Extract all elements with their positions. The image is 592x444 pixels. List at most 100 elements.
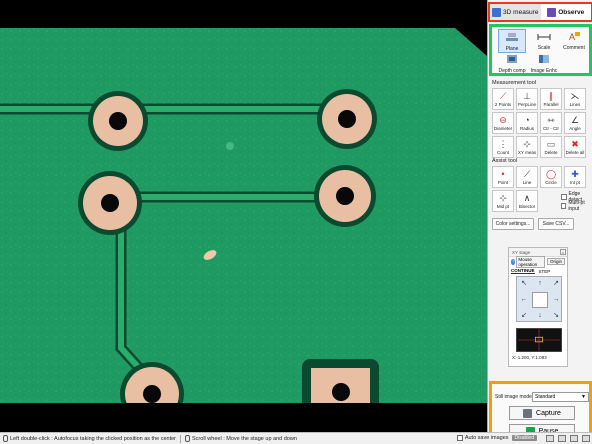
camera-viewer[interactable] <box>0 0 487 432</box>
tool-label: Delete <box>544 150 558 155</box>
plane-button[interactable]: Plane <box>498 29 526 53</box>
arrow-up-right-icon[interactable]: ↗ <box>550 278 562 290</box>
perpline-icon: ⊥ <box>523 91 531 101</box>
tool-label: Radius <box>519 126 534 131</box>
origin-button[interactable]: Origin <box>546 258 565 265</box>
xy-stage-title: XY stage <box>512 249 531 255</box>
divider <box>180 434 182 443</box>
delete-all-icon: ✖ <box>571 139 579 149</box>
measure-parallel-button[interactable]: ∥ Parallel <box>540 88 562 110</box>
image-enhance-button[interactable]: Image Enhc <box>530 52 558 74</box>
assist-line-button[interactable]: ⟋ Line <box>516 166 538 188</box>
arrow-up-left-icon[interactable]: ↖ <box>518 278 530 290</box>
arrow-left-icon[interactable]: ← <box>518 294 530 306</box>
measure-lines-button[interactable]: ⋋ Lines <box>564 88 586 110</box>
camera-status-icon[interactable] <box>546 435 554 442</box>
arrow-up-icon[interactable]: ↑ <box>534 278 546 290</box>
assist-circle-button[interactable]: ◯ Circle <box>540 166 562 188</box>
bisector-icon: ∧ <box>523 193 531 203</box>
stage-coordinates: X:-1.200, Y:1.083 <box>512 355 547 360</box>
parallel-icon: ∥ <box>548 91 554 101</box>
stage-minimap[interactable] <box>516 328 562 352</box>
arrow-down-left-icon[interactable]: ↙ <box>518 310 530 322</box>
capture-button[interactable]: Capture <box>509 406 575 420</box>
measurement-tool-title: Measurement tool <box>492 80 537 86</box>
still-image-mode-label: Still image mode : <box>495 394 535 400</box>
arrow-right-icon[interactable]: → <box>550 294 562 306</box>
help-icon[interactable]: ? <box>511 258 516 265</box>
status-bar: Left double-click : Autofocus taking the… <box>0 432 592 444</box>
measure-xy-meas-button[interactable]: ⊹ XY meas <box>516 136 538 158</box>
measure-perpline-button[interactable]: ⊥ PerpLine <box>516 88 538 110</box>
enhance-icon <box>539 55 549 63</box>
arrow-down-icon[interactable]: ↓ <box>534 310 546 322</box>
measure-2-points-button[interactable]: ⟋ 2 Points <box>492 88 514 110</box>
mouse-operation-button[interactable]: Mouse operation <box>516 255 545 268</box>
tab-continue[interactable]: CONTINUE <box>511 268 535 274</box>
arrow-down-right-icon[interactable]: ↘ <box>550 310 562 322</box>
still-image-mode-select[interactable]: Standard ▼ <box>532 392 589 402</box>
scale-icon <box>537 34 551 40</box>
measure-angle-button[interactable]: ∠ Angle <box>564 112 586 134</box>
observe-icon <box>547 7 557 17</box>
tool-label: Line <box>522 180 532 185</box>
xy-stage-options: ? Mouse operation Origin <box>509 255 567 268</box>
measure-radius-button[interactable]: ◔ Radius <box>516 112 538 134</box>
tab-label: Observe <box>558 8 585 16</box>
lines-icon: ⋋ <box>570 91 580 101</box>
mode-toolbar: Plane Scale A Comment Depth comp Image E… <box>489 24 592 76</box>
tab-step[interactable]: STEP <box>539 269 551 274</box>
tool-label: 2 Points <box>494 102 512 107</box>
assist-int-pt-button[interactable]: ✚ Int pt <box>564 166 586 188</box>
display-status-icon[interactable] <box>558 435 566 442</box>
point-icon: • <box>501 169 505 179</box>
mode-label: Image Enhc <box>530 68 558 74</box>
save-csv-button[interactable]: Save CSV... <box>538 218 574 230</box>
multi-pt-input-checkbox[interactable]: Multi-pt input <box>561 200 592 212</box>
select-value: Standard <box>535 394 556 400</box>
autosave-checkbox[interactable] <box>456 435 463 441</box>
color-settings-button[interactable]: Color settings... <box>492 218 534 230</box>
tab-3d-measure[interactable]: 3D measure <box>490 4 541 20</box>
mouse-icon <box>3 435 8 442</box>
line-icon: ⟋ <box>523 169 531 179</box>
app-window: 3D measure Observe Plane Scale A Comment <box>0 0 592 444</box>
assist-mid-pt-button[interactable]: ⊹ Mid pt <box>492 190 514 212</box>
autosave-toggle[interactable]: Auto save images Disabled <box>456 435 537 441</box>
tool-label: Int pt <box>569 180 580 185</box>
mode-label: Depth comp <box>498 68 526 74</box>
settings-status-icon[interactable] <box>570 435 578 442</box>
pcb-image[interactable] <box>0 28 487 403</box>
tool-label: Circle <box>545 180 557 185</box>
delete-icon: ▭ <box>546 139 556 149</box>
depth-comp-button[interactable]: Depth comp <box>498 52 526 74</box>
assist-point-button[interactable]: • Point <box>492 166 514 188</box>
xy-meas-icon: ⊹ <box>523 139 531 149</box>
tool-label: XY meas <box>517 150 537 155</box>
2-points-icon: ⟋ <box>499 91 507 101</box>
tool-label: Lines <box>569 102 581 107</box>
scroll-hint: Scroll wheel : Move the stage up and dow… <box>192 435 297 442</box>
tab-observe[interactable]: Observe <box>540 4 591 20</box>
measure-count-button[interactable]: ⋮ Count <box>492 136 514 158</box>
tool-label: Count <box>496 150 509 155</box>
assist-bisector-button[interactable]: ∧ Bisector <box>516 190 538 212</box>
comment-button[interactable]: A Comment <box>560 29 588 51</box>
depth-icon <box>507 55 517 63</box>
close-icon[interactable]: × <box>560 249 566 255</box>
left-click-hint: Left double-click : Autofocus taking the… <box>10 435 177 442</box>
mode-label: Scale <box>537 45 551 51</box>
mid-pt-icon: ⊹ <box>499 193 507 203</box>
measure-delete-button[interactable]: ▭ Delete <box>540 136 562 158</box>
measure-diameter-button[interactable]: ⊖ Diameter <box>492 112 514 134</box>
stage-center[interactable] <box>532 292 548 308</box>
xy-stage-panel: XY stage × ? Mouse operation Origin CONT… <box>508 247 568 367</box>
measure-ctr-ctr-button[interactable]: ⇿ Ctr - Ctr <box>540 112 562 134</box>
scale-button[interactable]: Scale <box>530 29 558 51</box>
circle-icon: ◯ <box>545 169 557 179</box>
measure-delete-all-button[interactable]: ✖ Delete all <box>564 136 586 158</box>
radius-icon: ◔ <box>524 115 530 125</box>
tool-label: Parallel <box>543 102 559 107</box>
help-status-icon[interactable] <box>582 435 590 442</box>
comment-icon: A <box>569 32 580 42</box>
